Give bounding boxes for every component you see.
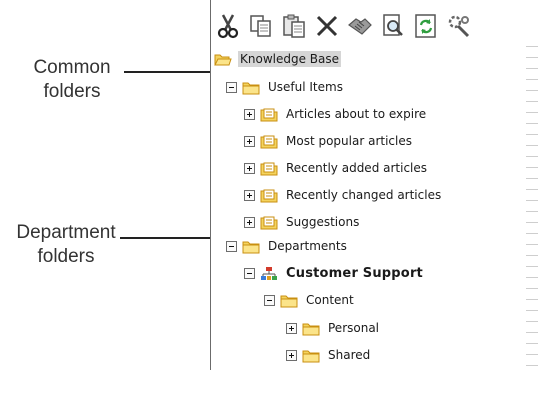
- callout-department-leader: [120, 237, 220, 239]
- folder-icon: [242, 239, 260, 254]
- folder-icon: [302, 321, 320, 336]
- tree-item-articles-about-to-expire[interactable]: Articles about to expire: [244, 103, 428, 125]
- tree-item-label: Useful Items: [268, 80, 343, 94]
- search-folder-icon: [260, 161, 278, 176]
- callout-common-leader: [124, 71, 214, 73]
- document-magnifier-icon: [383, 14, 403, 36]
- tree-item-departments[interactable]: Departments: [226, 235, 349, 257]
- tree-item-recently-added-articles[interactable]: Recently added articles: [244, 157, 429, 179]
- folder-icon: [302, 348, 320, 363]
- tree-item-label: Suggestions: [286, 215, 360, 229]
- tree-item-label: Content: [306, 293, 354, 307]
- callout-common-line1: Common: [33, 57, 111, 78]
- tree-item-useful-items[interactable]: Useful Items: [226, 76, 345, 98]
- expand-toggle[interactable]: [244, 162, 255, 174]
- expand-toggle[interactable]: [244, 216, 255, 228]
- refresh-button[interactable]: [412, 11, 440, 41]
- paste-button[interactable]: [280, 11, 308, 41]
- tree-item-knowledge-base[interactable]: Knowledge Base: [214, 48, 341, 70]
- panel-right-edge: [526, 40, 538, 370]
- expand-toggle[interactable]: [286, 349, 297, 361]
- search-folder-icon: [260, 215, 278, 230]
- callout-department-line2: folders: [37, 246, 95, 267]
- delete-button[interactable]: [313, 11, 341, 41]
- tree-item-label: Knowledge Base: [238, 51, 341, 67]
- tree-item-content[interactable]: Content: [264, 289, 356, 311]
- folder-open-icon: [214, 52, 232, 67]
- tree-item-label: Articles about to expire: [286, 107, 427, 121]
- expand-toggle[interactable]: [244, 189, 255, 201]
- expand-toggle[interactable]: [244, 135, 255, 147]
- tree-item-most-popular-articles[interactable]: Most popular articles: [244, 130, 414, 152]
- callout-common-line2: folders: [43, 81, 101, 102]
- handshake-icon: [348, 18, 372, 35]
- view-button[interactable]: [379, 11, 407, 41]
- expand-toggle[interactable]: [244, 108, 255, 120]
- tree-item-label: Shared: [328, 348, 371, 362]
- expand-toggle[interactable]: [286, 322, 297, 334]
- scissors-icon: [217, 14, 239, 39]
- toolbar: [214, 8, 473, 44]
- tree-item-label: Customer Support: [286, 265, 423, 281]
- search-folder-icon: [260, 134, 278, 149]
- tree-item-shared[interactable]: Shared: [286, 344, 372, 366]
- tree-item-recently-changed-articles[interactable]: Recently changed articles: [244, 184, 443, 206]
- tree-item-suggestions[interactable]: Suggestions: [244, 211, 361, 233]
- folder-icon: [280, 293, 298, 308]
- delete-x-icon: [316, 15, 338, 37]
- tree-item-label: Departments: [268, 239, 347, 253]
- permissions-button[interactable]: [346, 11, 374, 41]
- collapse-toggle[interactable]: [264, 294, 275, 306]
- wrench-gear-icon: [448, 15, 470, 38]
- search-folder-icon: [260, 107, 278, 122]
- cut-button[interactable]: [214, 11, 242, 41]
- callout-department-folders: Department folders: [4, 221, 128, 269]
- tree-item-label: Recently changed articles: [286, 188, 442, 202]
- folder-icon: [242, 80, 260, 95]
- collapse-toggle[interactable]: [226, 240, 237, 252]
- tree-item-label: Most popular articles: [286, 134, 412, 148]
- collapse-toggle[interactable]: [244, 267, 255, 279]
- tree-item-label: Personal: [328, 321, 380, 335]
- refresh-icon: [415, 14, 436, 38]
- callout-common-folders: Common folders: [16, 56, 128, 104]
- collapse-toggle[interactable]: [226, 81, 237, 93]
- tree-item-personal[interactable]: Personal: [286, 317, 381, 339]
- search-folder-icon: [260, 188, 278, 203]
- tree-item-label: Recently added articles: [286, 161, 428, 175]
- copy-icon: [250, 15, 271, 37]
- tree-item-customer-support[interactable]: Customer Support: [244, 262, 425, 284]
- org-chart-icon: [260, 266, 278, 281]
- paste-icon: [283, 14, 305, 38]
- copy-button[interactable]: [247, 11, 275, 41]
- callout-department-line1: Department: [16, 222, 116, 243]
- tools-button[interactable]: [445, 11, 473, 41]
